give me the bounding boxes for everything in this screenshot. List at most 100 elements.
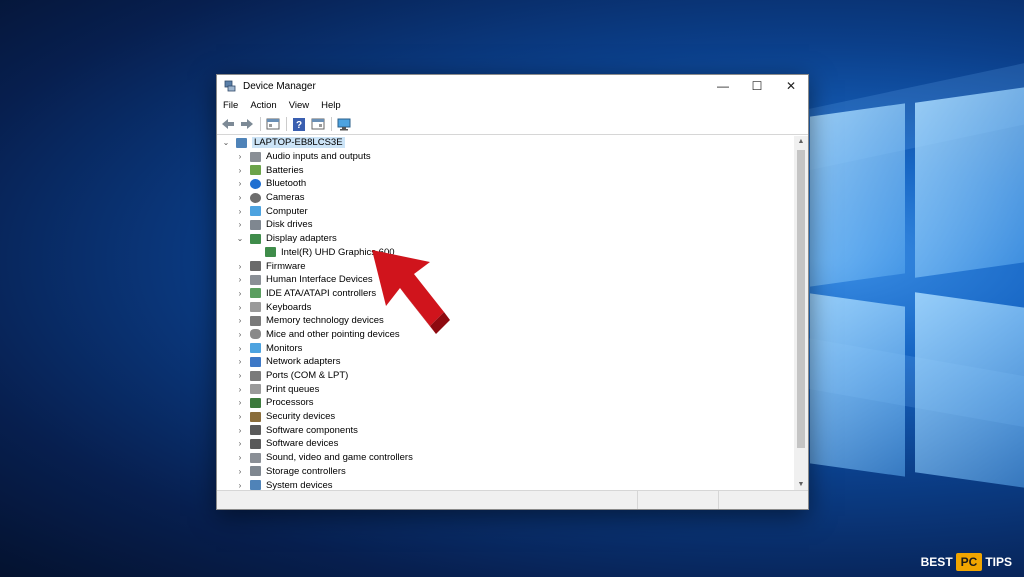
chevron-right-icon[interactable]: › <box>235 426 245 435</box>
chevron-right-icon[interactable]: › <box>235 398 245 407</box>
tree-item-label: Security devices <box>266 411 336 423</box>
tree-item-label: Processors <box>266 397 314 409</box>
chevron-right-icon[interactable]: › <box>235 152 245 161</box>
tree-item-display-adapters[interactable]: ⌄ Display adapters <box>217 232 794 246</box>
chevron-right-icon[interactable]: › <box>235 262 245 271</box>
keyboard-icon <box>250 302 261 313</box>
chevron-right-icon[interactable]: › <box>235 481 245 490</box>
tree-item-ide[interactable]: › IDE ATA/ATAPI controllers <box>217 287 794 301</box>
tree-item-monitors[interactable]: › Monitors <box>217 341 794 355</box>
chevron-right-icon[interactable]: › <box>235 316 245 325</box>
scrollbar-thumb[interactable] <box>797 150 805 448</box>
tree-item-label: Software components <box>266 424 358 436</box>
memory-icon <box>250 315 261 326</box>
chevron-down-icon[interactable]: ⌄ <box>235 234 245 243</box>
windows-logo-pane-2 <box>915 87 1024 278</box>
vertical-scrollbar[interactable]: ▲ ▼ <box>794 136 808 491</box>
tree-item-network[interactable]: › Network adapters <box>217 355 794 369</box>
chevron-right-icon[interactable]: › <box>235 439 245 448</box>
monitor-icon <box>250 343 261 354</box>
disk-icon <box>250 219 261 230</box>
chevron-right-icon[interactable]: › <box>235 371 245 380</box>
device-manager-icon <box>224 80 236 92</box>
storage-controller-icon <box>250 466 261 477</box>
chevron-right-icon[interactable]: › <box>235 453 245 462</box>
menu-action[interactable]: Action <box>250 100 276 111</box>
tree-item-disk-drives[interactable]: › Disk drives <box>217 218 794 232</box>
tree-item-label: Sound, video and game controllers <box>266 452 413 464</box>
chevron-right-icon[interactable]: › <box>235 275 245 284</box>
tree-item-processors[interactable]: › Processors <box>217 396 794 410</box>
camera-icon <box>250 192 261 203</box>
chevron-right-icon[interactable]: › <box>235 467 245 476</box>
minimize-button[interactable]: — <box>706 75 740 97</box>
windows-logo-pane-4 <box>915 292 1024 488</box>
tree-item-print-queues[interactable]: › Print queues <box>217 382 794 396</box>
processor-icon <box>250 397 261 408</box>
back-icon[interactable] <box>220 117 236 131</box>
tree-item-label: Print queues <box>266 383 320 395</box>
chevron-right-icon[interactable]: › <box>235 207 245 216</box>
chevron-right-icon[interactable]: › <box>235 385 245 394</box>
chevron-right-icon[interactable]: › <box>235 357 245 366</box>
brand-watermark: BEST PC TIPS <box>921 553 1012 571</box>
tree-item-memory[interactable]: › Memory technology devices <box>217 314 794 328</box>
tree-item-label: Bluetooth <box>266 178 307 190</box>
chevron-right-icon[interactable]: › <box>235 193 245 202</box>
tree-item-audio[interactable]: › Audio inputs and outputs <box>217 150 794 164</box>
tree-item-software-devices[interactable]: › Software devices <box>217 437 794 451</box>
tree-item-ports[interactable]: › Ports (COM & LPT) <box>217 369 794 383</box>
properties-icon[interactable] <box>265 117 281 131</box>
tree-item-keyboards[interactable]: › Keyboards <box>217 300 794 314</box>
show-hidden-icon[interactable] <box>310 117 326 131</box>
tree-item-label: Computer <box>266 205 308 217</box>
tree-item-label: Software devices <box>266 438 339 450</box>
scroll-up-icon[interactable]: ▲ <box>794 136 808 148</box>
chevron-right-icon[interactable]: › <box>235 344 245 353</box>
speaker-icon <box>250 452 261 463</box>
chevron-right-icon[interactable]: › <box>235 166 245 175</box>
tree-item-batteries[interactable]: › Batteries <box>217 163 794 177</box>
chevron-down-icon[interactable]: ⌄ <box>221 138 231 147</box>
brand-left: BEST <box>920 555 953 569</box>
tree-item-sound[interactable]: › Sound, video and game controllers <box>217 451 794 465</box>
battery-icon <box>250 165 261 176</box>
tree-item-security[interactable]: › Security devices <box>217 410 794 424</box>
tree-item-label: System devices <box>266 479 333 491</box>
chevron-right-icon[interactable]: › <box>235 303 245 312</box>
chevron-right-icon[interactable]: › <box>235 179 245 188</box>
status-pane <box>638 491 719 509</box>
scan-hardware-icon[interactable] <box>336 117 352 131</box>
menu-file[interactable]: File <box>223 100 238 111</box>
hid-icon <box>250 274 261 285</box>
chevron-right-icon[interactable]: › <box>235 412 245 421</box>
chevron-right-icon[interactable]: › <box>235 220 245 229</box>
firmware-icon <box>250 261 261 272</box>
toolbar-separator <box>286 117 287 131</box>
close-button[interactable]: ✕ <box>774 75 808 97</box>
tree-item-label: Network adapters <box>266 356 341 368</box>
tree-item-mice[interactable]: › Mice and other pointing devices <box>217 328 794 342</box>
help-icon[interactable]: ? <box>291 117 307 131</box>
chevron-right-icon[interactable]: › <box>235 289 245 298</box>
tree-item-storage[interactable]: › Storage controllers <box>217 465 794 479</box>
printer-icon <box>250 384 261 395</box>
tree-root[interactable]: ⌄ LAPTOP-EB8LCS3E <box>217 136 794 150</box>
device-manager-window: Device Manager — ☐ ✕ File Action View He… <box>216 74 809 510</box>
menu-view[interactable]: View <box>289 100 309 111</box>
tree-item-firmware[interactable]: › Firmware <box>217 259 794 273</box>
menu-help[interactable]: Help <box>321 100 341 111</box>
tree-item-hid[interactable]: › Human Interface Devices <box>217 273 794 287</box>
title-bar[interactable]: Device Manager — ☐ ✕ <box>217 75 808 97</box>
tree-item-intel-graphics[interactable]: Intel(R) UHD Graphics 600 <box>217 246 794 260</box>
forward-icon[interactable] <box>239 117 255 131</box>
tree-item-bluetooth[interactable]: › Bluetooth <box>217 177 794 191</box>
toolbar: ? <box>217 114 808 135</box>
tree-item-software-components[interactable]: › Software components <box>217 423 794 437</box>
maximize-button[interactable]: ☐ <box>740 75 774 97</box>
tree-item-cameras[interactable]: › Cameras <box>217 191 794 205</box>
chevron-right-icon[interactable]: › <box>235 330 245 339</box>
svg-text:?: ? <box>296 120 302 131</box>
tree-item-computer[interactable]: › Computer <box>217 204 794 218</box>
tree-item-label: Human Interface Devices <box>266 274 373 286</box>
